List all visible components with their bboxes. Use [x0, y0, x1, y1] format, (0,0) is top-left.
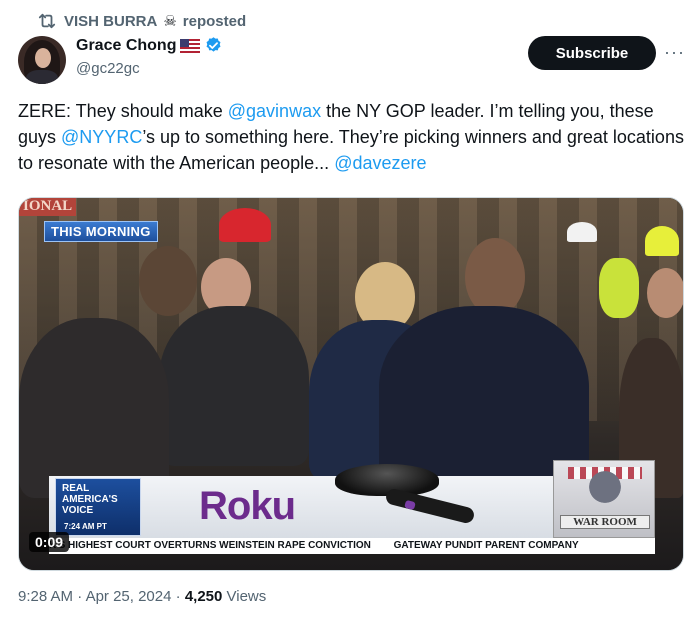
verified-badge-icon[interactable] [204, 36, 223, 55]
subscribe-button[interactable]: Subscribe [528, 36, 656, 70]
eagle-icon [578, 465, 632, 509]
us-flag-icon [180, 38, 201, 53]
rav-line3: VOICE [62, 505, 94, 516]
this-morning-badge: THIS MORNING [44, 221, 158, 242]
views-label: Views [222, 588, 267, 605]
background-sign-text: IONAL [19, 198, 77, 216]
views-count: 4,250 [184, 588, 223, 605]
author-name[interactable]: Grace Chong [76, 37, 176, 55]
rav-time: 7:24 AM PT [64, 522, 107, 531]
avatar[interactable] [18, 36, 66, 84]
more-options-icon[interactable]: ··· [664, 43, 685, 61]
rav-line1: REAL [62, 483, 90, 494]
repost-header[interactable]: VISH BURRA ☠ reposted [36, 10, 246, 32]
mention-link[interactable]: @gavinwax [228, 101, 321, 121]
video-player[interactable]: IONAL THIS MORNING REAL AMERICA'S VOICE … [18, 197, 684, 571]
tweet-meta: 9:28 AM · Apr 25, 2024 · 4,250 Views [18, 588, 267, 605]
skull-emoji: ☠ [163, 13, 177, 30]
rav-line2: AMERICA'S [62, 494, 118, 505]
tweet-time[interactable]: 9:28 AM [18, 588, 73, 605]
tweet-date[interactable]: Apr 25, 2024 [86, 588, 172, 605]
ticker-item: K'S HIGHEST COURT OVERTURNS WEINSTEIN RA… [49, 540, 371, 551]
roku-logo: Roku [199, 484, 296, 528]
mention-link[interactable]: @NYYRC [61, 127, 142, 147]
ticker-item: GATEWAY PUNDIT PARENT COMPANY [393, 540, 579, 551]
news-ticker: K'S HIGHEST COURT OVERTURNS WEINSTEIN RA… [49, 538, 655, 554]
repost-suffix: reposted [182, 12, 247, 30]
author-handle[interactable]: @gc22gc [76, 60, 140, 77]
repost-icon [38, 13, 56, 29]
video-duration: 0:09 [29, 532, 70, 552]
war-room-label: WAR ROOM [560, 515, 650, 529]
tweet-text-part: ZERE: They should make [18, 101, 228, 121]
rav-logo: REAL AMERICA'S VOICE 7:24 AM PT [55, 478, 141, 536]
tweet-text: ZERE: They should make @gavinwax the NY … [18, 98, 688, 176]
mention-link[interactable]: @davezere [334, 153, 426, 173]
war-room-logo: WAR ROOM [553, 460, 655, 538]
reposter-name[interactable]: VISH BURRA [64, 13, 157, 30]
